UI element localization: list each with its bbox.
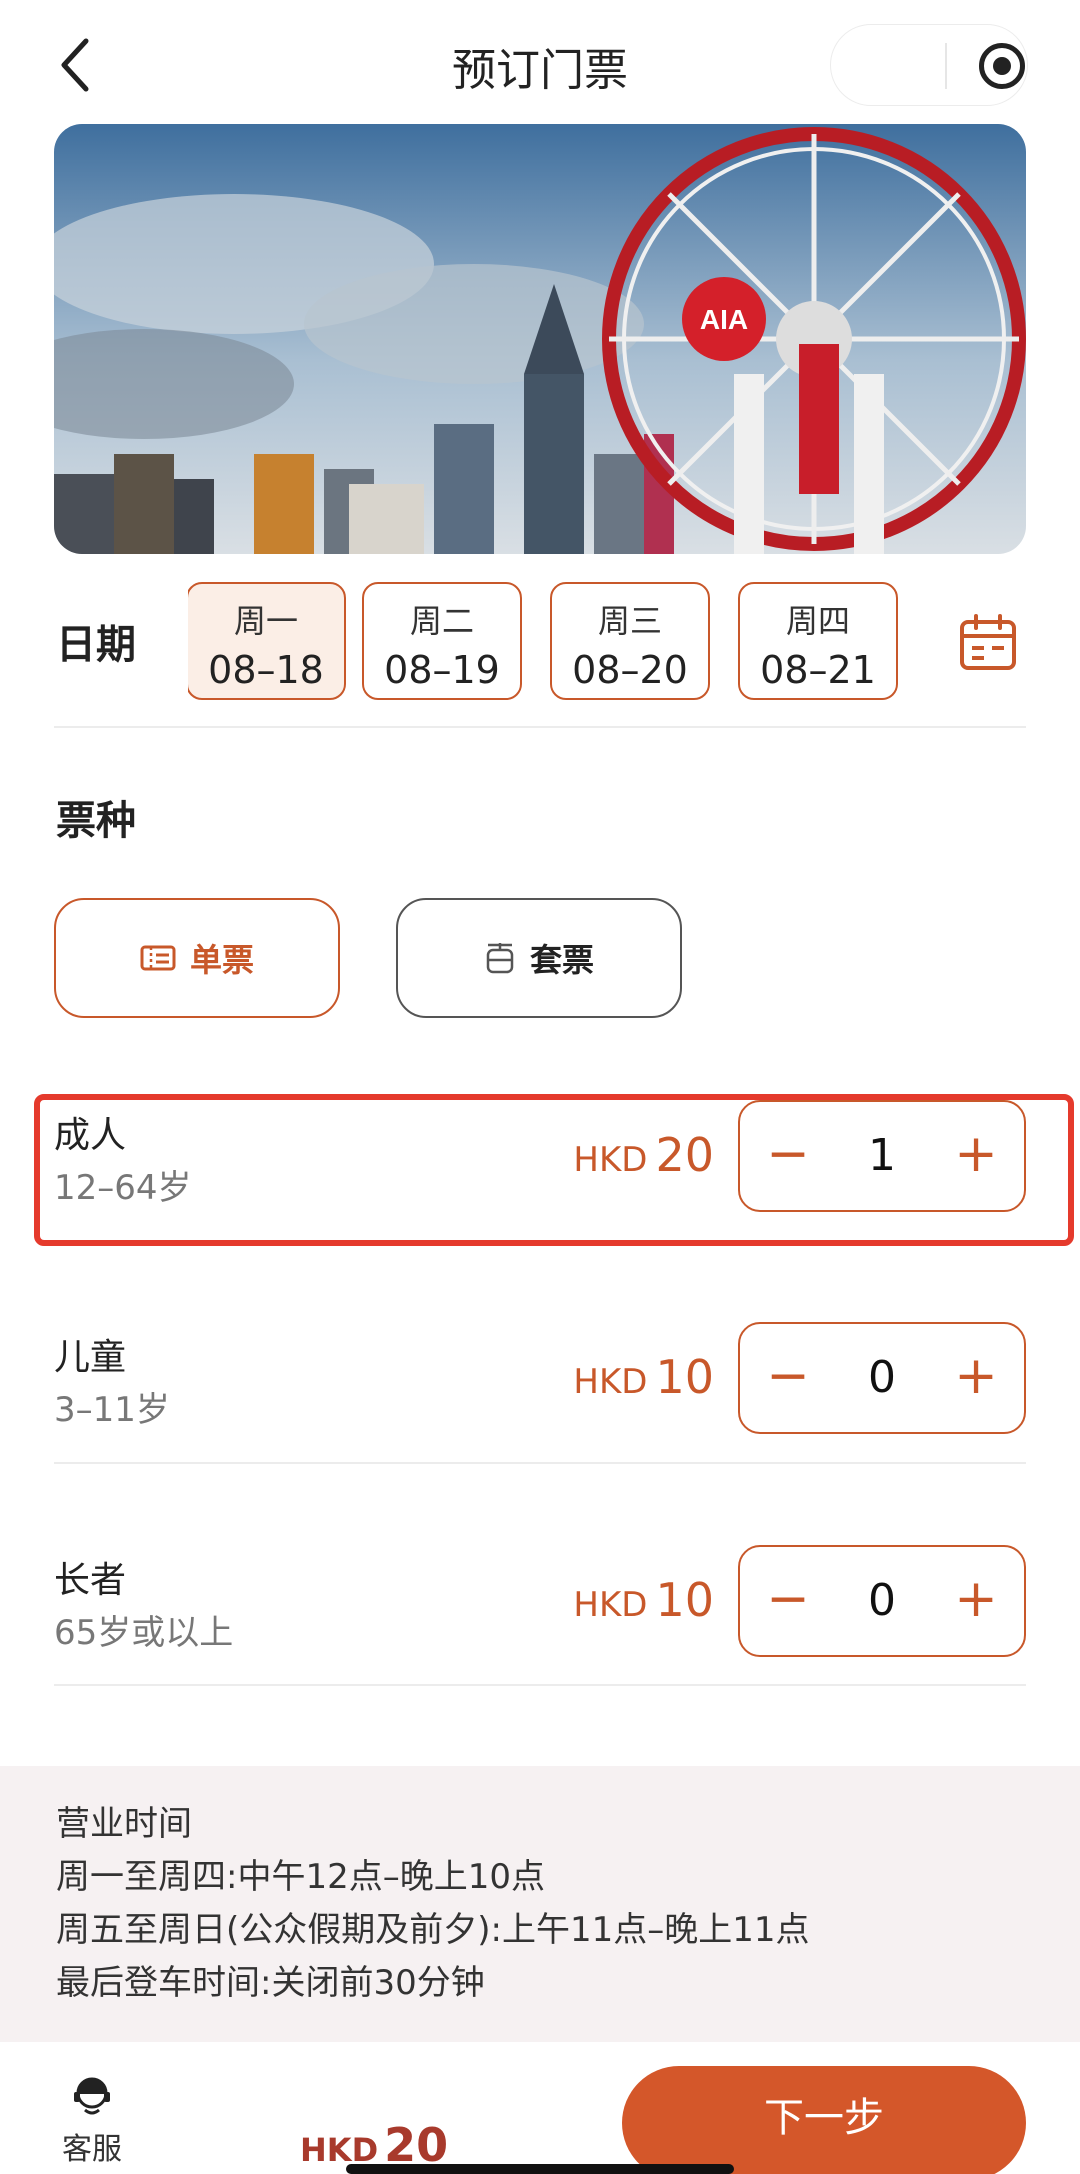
option-label: 套票 [529,941,594,979]
bottom-bar: 客服 HKD 20 下一步 [0,2042,1080,2174]
date-value: 08–20 [572,648,688,692]
info-line: 最后登车时间:关闭前30分钟 [56,1963,485,2003]
date-chip-wed[interactable]: 周三 08–20 [550,582,710,700]
more-icon[interactable] [853,45,925,87]
nav-bar: 预订门票 [0,0,1080,124]
price-amount: 10 [655,1350,714,1404]
date-chip-mon[interactable]: 周一 08–18 [188,582,346,700]
divider [54,726,1026,728]
info-heading: 营业时间 [56,1804,192,1844]
date-chip-thu[interactable]: 周四 08–21 [738,582,898,700]
increase-button[interactable]: + [936,1547,1016,1655]
next-step-button[interactable]: 下一步 [622,2066,1026,2174]
capsule-divider [945,43,947,89]
ticket-type-title: 票种 [56,798,136,844]
banner-logo: AIA [700,304,748,335]
ticket-name: 长者 [54,1560,127,1601]
ticket-price: HKD 10 [573,1350,714,1404]
quantity-stepper: − 0 + [738,1322,1026,1434]
ticket-icon [140,945,176,971]
price-amount: 10 [655,1573,714,1627]
cable-car-icon [486,943,514,974]
quantity-value[interactable]: 0 [820,1324,944,1432]
quantity-value[interactable]: 0 [820,1547,944,1655]
price-currency: HKD [573,1585,648,1625]
ticket-row-child: 儿童 3–11岁 HKD 10 − 0 + [54,1322,1026,1462]
price-currency: HKD [573,1362,648,1402]
ticket-price: HKD 10 [573,1573,714,1627]
ticket-name: 儿童 [54,1337,127,1378]
date-weekday: 周二 [409,602,474,640]
divider [54,1462,1026,1464]
decrease-button[interactable]: − [748,1324,828,1432]
date-value: 08–21 [760,648,876,692]
date-chip-tue[interactable]: 周二 08–19 [362,582,522,700]
date-weekday: 周四 [785,602,850,640]
ticket-age-range: 65岁或以上 [54,1613,234,1653]
ferris-wheel-illustration: AIA [54,124,1026,554]
date-label: 日期 [56,622,136,668]
target-icon[interactable] [979,43,1025,89]
customer-service-button[interactable]: 客服 [52,2072,132,2168]
info-line: 周五至周日(公众假期及前夕):上午11点–晚上11点 [56,1910,810,1950]
date-value: 08–19 [384,648,500,692]
increase-button[interactable]: + [936,1324,1016,1432]
opening-hours-panel: 营业时间 周一至周四:中午12点–晚上10点 周五至周日(公众假期及前夕):上午… [0,1766,1080,2042]
date-weekday: 周一 [233,602,298,640]
date-selector[interactable]: 周一 08–18 周二 08–19 周三 08–20 周四 08–21 [188,580,900,704]
quantity-stepper: − 0 + [738,1545,1026,1657]
single-ticket-option[interactable]: 单票 [54,898,340,1018]
customer-service-label: 客服 [62,2132,122,2167]
date-weekday: 周三 [597,602,662,640]
option-label: 单票 [189,941,254,979]
customer-service-icon [74,2077,110,2115]
attraction-banner: AIA [54,124,1026,554]
info-line: 周一至周四:中午12点–晚上10点 [56,1857,545,1897]
highlight-box [34,1094,1074,1246]
calendar-button[interactable] [956,610,1020,674]
decrease-button[interactable]: − [748,1547,828,1655]
calendar-icon [960,614,1016,670]
date-value: 08–18 [208,648,324,692]
package-ticket-option[interactable]: 套票 [396,898,682,1018]
ticket-row-senior: 长者 65岁或以上 HKD 10 − 0 + [54,1545,1026,1685]
mini-program-capsule [830,24,1028,106]
home-indicator [346,2164,734,2174]
divider [54,1684,1026,1686]
ticket-age-range: 3–11岁 [54,1390,170,1430]
